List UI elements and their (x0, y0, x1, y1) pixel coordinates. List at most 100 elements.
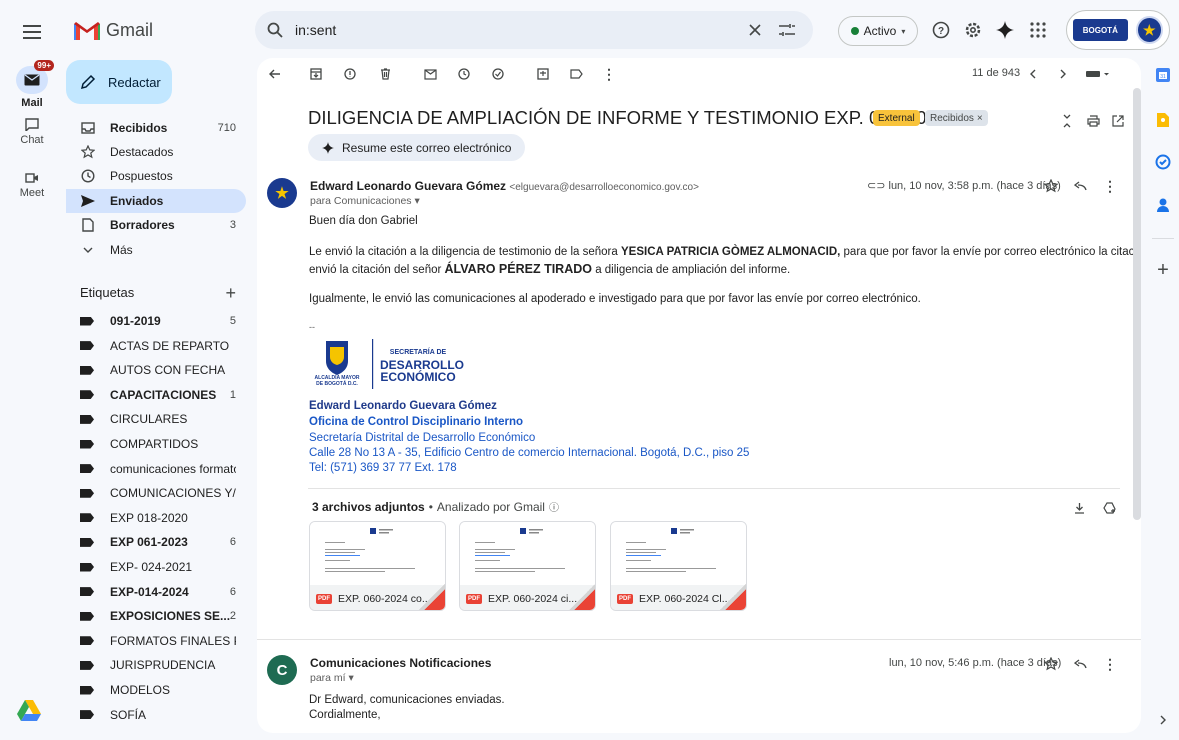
message-recipients[interactable]: para Comunicaciones ▾ (310, 195, 420, 207)
status-selector[interactable]: Activo ▾ (838, 16, 918, 46)
print-button[interactable] (1083, 111, 1103, 131)
label-name: MODELOS (110, 683, 171, 697)
star-button[interactable] (1041, 176, 1061, 196)
search-icon[interactable] (267, 22, 283, 38)
input-tools-button[interactable] (1084, 64, 1112, 84)
collapse-all-button[interactable] (1057, 111, 1077, 131)
message-more-button[interactable]: ⋮ (1100, 654, 1120, 674)
archive-button[interactable] (306, 64, 326, 84)
label-item[interactable]: SOFÍA (70, 703, 246, 727)
page-fold-icon (720, 584, 746, 610)
label-item[interactable]: COMPARTIDOS (70, 432, 246, 456)
info-icon[interactable]: ⓘ (549, 499, 559, 514)
nav-item-snoozed[interactable]: Pospuestos (70, 164, 246, 188)
summarize-button[interactable]: Resume este correo electrónico (308, 134, 526, 161)
message-recipients[interactable]: para mí ▾ (310, 672, 354, 684)
add-task-button[interactable] (488, 64, 508, 84)
hamburger-icon (23, 25, 41, 39)
label-item[interactable]: EXP 061-2023 6 (70, 530, 246, 554)
attachment-card[interactable]: PDF EXP. 060-2024 ci... (459, 521, 596, 611)
label-item[interactable]: CIRCULARES (70, 407, 246, 431)
text-run: a diligencia de ampliación del informe. (592, 264, 791, 276)
clear-search-icon[interactable] (749, 24, 761, 36)
label-item[interactable]: AUTOS CON FECHA (70, 358, 246, 382)
account-switcher[interactable]: BOGOTÁ ★ (1066, 10, 1170, 50)
nav-item-sent[interactable]: Enviados (66, 189, 246, 213)
rail-chat[interactable]: Chat (6, 118, 58, 146)
label-item[interactable]: COMUNICACIONES Y/O ... (70, 481, 246, 505)
attachment-card[interactable]: PDF EXP. 060-2024 Cl... (610, 521, 747, 611)
nav-item-drafts[interactable]: Borradores 3 (70, 213, 246, 237)
label-item[interactable]: EXP-014-2024 6 (70, 580, 246, 604)
label-count: 6 (229, 536, 236, 549)
open-new-window-button[interactable] (1108, 111, 1128, 131)
nav-item-more[interactable]: Más (70, 238, 246, 262)
google-drive-icon[interactable] (17, 700, 41, 722)
download-all-button[interactable] (1069, 498, 1089, 518)
label-item[interactable]: EXPOSICIONES SE... 2 (70, 604, 246, 628)
rail-mail[interactable]: 99+ Mail (6, 60, 58, 109)
avatar[interactable]: C (267, 655, 297, 685)
nav-item-label: Enviados (110, 194, 164, 208)
label-item[interactable]: MODELOS (70, 678, 246, 702)
calendar-app-button[interactable]: 31 (1153, 65, 1173, 85)
label-item[interactable]: ACTAS DE REPARTO (70, 334, 246, 358)
search-bar[interactable]: in:sent (255, 11, 813, 49)
keep-app-button[interactable] (1153, 110, 1173, 130)
tasks-app-button[interactable] (1153, 152, 1173, 172)
settings-button[interactable] (958, 15, 988, 45)
label-item[interactable]: EXP- 024-2021 (70, 555, 246, 579)
avatar[interactable]: ★ (1135, 16, 1163, 44)
text-run: Le envió la citación a la diligencia de … (309, 246, 621, 258)
gemini-button[interactable] (990, 15, 1020, 45)
compose-button[interactable]: Redactar (66, 60, 172, 104)
avatar[interactable]: ★ (267, 178, 297, 208)
newer-button[interactable] (1023, 64, 1043, 84)
label-item[interactable]: CAPACITACIONES 1 (70, 383, 246, 407)
label-item[interactable]: EXP 018-2020 (70, 506, 246, 530)
move-to-button[interactable] (533, 64, 553, 84)
delete-button[interactable] (375, 64, 395, 84)
label-item[interactable]: 091-2019 5 (70, 309, 246, 333)
label-name: COMUNICACIONES Y/O ... (110, 486, 236, 501)
search-options-icon[interactable] (779, 23, 795, 37)
rail-meet[interactable]: Meet (6, 172, 58, 199)
help-button[interactable]: ? (926, 15, 956, 45)
gmail-m-icon (74, 22, 100, 40)
older-button[interactable] (1053, 64, 1073, 84)
main-menu-button[interactable] (14, 14, 50, 50)
search-input[interactable]: in:sent (295, 22, 749, 38)
label-item[interactable]: JURISPRUDENCIA (70, 653, 246, 677)
message-more-button[interactable]: ⋮ (1100, 176, 1120, 196)
scrollbar[interactable] (1133, 88, 1141, 520)
contacts-app-button[interactable] (1153, 195, 1173, 215)
back-button[interactable] (265, 64, 285, 84)
email-subject: DILIGENCIA DE AMPLIACIÓN DE INFORME Y TE… (308, 107, 948, 128)
attachment-card[interactable]: PDF EXP. 060-2024 co... (309, 521, 446, 611)
save-to-drive-button[interactable] (1100, 498, 1120, 518)
add-to-drive-icon (1103, 502, 1116, 514)
get-addons-button[interactable]: + (1153, 259, 1173, 281)
mark-unread-button[interactable] (420, 64, 440, 84)
apps-grid-icon (1030, 22, 1046, 38)
gmail-logo[interactable]: Gmail (74, 14, 153, 46)
label-button[interactable] (566, 64, 586, 84)
nav-item-inbox[interactable]: Recibidos 710 (70, 116, 246, 140)
more-actions-button[interactable]: ⋮ (599, 64, 619, 84)
message-sender[interactable]: Comunicaciones Notificaciones (310, 656, 491, 670)
label-tag-icon (80, 562, 94, 572)
report-spam-button[interactable] (340, 64, 360, 84)
snooze-button[interactable] (454, 64, 474, 84)
label-item[interactable]: comunicaciones formato... (70, 457, 246, 481)
add-label-icon[interactable]: + (225, 284, 236, 302)
close-icon[interactable]: × (977, 113, 983, 124)
message-sender[interactable]: Edward Leonardo Guevara Gómez <elguevara… (310, 179, 699, 193)
label-item[interactable]: FORMATOS FINALES PR... (70, 629, 246, 653)
nav-item-starred[interactable]: Destacados (70, 140, 246, 164)
star-button[interactable] (1041, 654, 1061, 674)
show-side-panel-button[interactable] (1153, 710, 1173, 730)
inbox-label-chip[interactable]: Recibidos × (925, 110, 988, 126)
apps-button[interactable] (1023, 15, 1053, 45)
reply-button[interactable] (1070, 176, 1090, 196)
reply-button[interactable] (1070, 654, 1090, 674)
